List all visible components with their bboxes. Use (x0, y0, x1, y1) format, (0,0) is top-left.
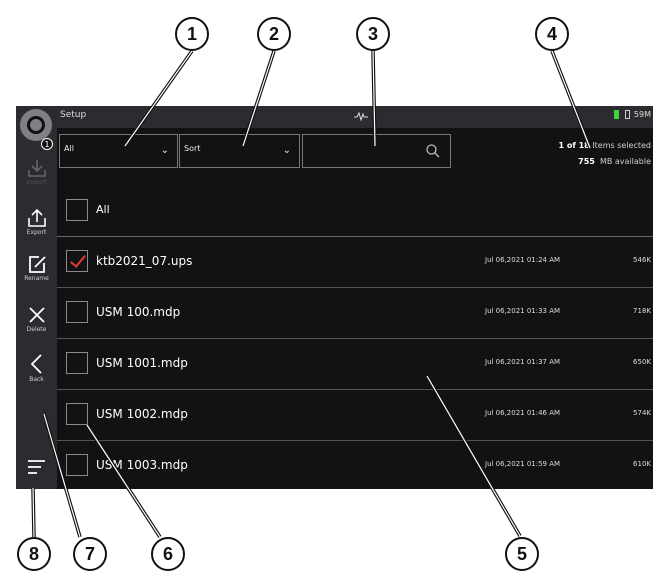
callout-leader-lines (31, 49, 592, 538)
callout-4: 4 (535, 17, 569, 51)
callout-5: 5 (505, 537, 539, 571)
callout-2: 2 (257, 17, 291, 51)
callout-8: 8 (17, 537, 51, 571)
callout-3: 3 (356, 17, 390, 51)
callout-1: 1 (175, 17, 209, 51)
callout-7: 7 (73, 537, 107, 571)
callout-6: 6 (151, 537, 185, 571)
